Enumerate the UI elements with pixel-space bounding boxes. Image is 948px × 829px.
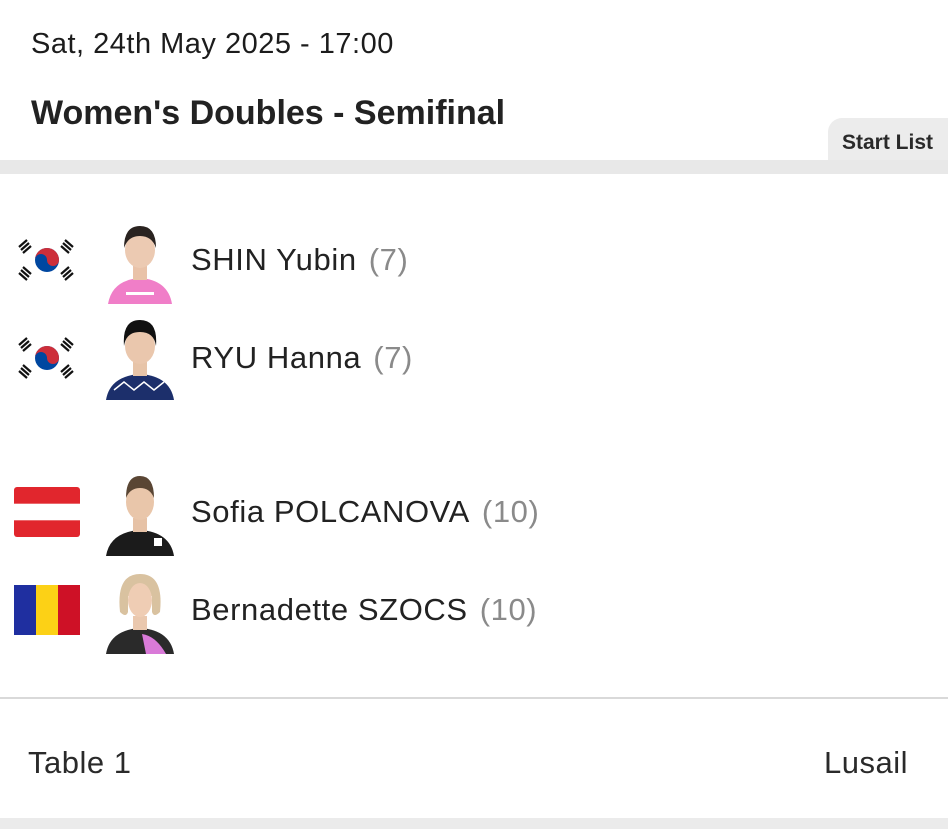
player-seed: (10) (479, 592, 538, 627)
player-avatar (106, 320, 174, 400)
player-row[interactable]: SHIN Yubin (7) (0, 212, 948, 310)
romania-flag-icon (14, 585, 80, 635)
player-name-text: Bernadette SZOCS (191, 592, 468, 627)
footer-divider (0, 697, 948, 699)
korea-flag-icon (14, 333, 80, 383)
player-seed: (7) (368, 242, 409, 277)
table-label: Table 1 (28, 745, 132, 780)
player-seed: (7) (373, 340, 413, 375)
venue-label: Lusail (824, 745, 908, 780)
match-datetime: Sat, 24th May 2025 - 17:00 (31, 28, 394, 60)
player-name: Sofia POLCANOVA (10) (191, 494, 539, 530)
player-name-text: SHIN Yubin (191, 242, 357, 277)
match-header: Sat, 24th May 2025 - 17:00 Women's Doubl… (0, 0, 948, 166)
korea-flag-icon (14, 235, 80, 285)
match-title: Women's Doubles - Semifinal (31, 94, 506, 132)
austria-flag-icon (14, 487, 80, 537)
player-name-text: RYU Hanna (191, 340, 362, 375)
player-name: RYU Hanna (7) (191, 340, 413, 376)
player-row[interactable]: Sofia POLCANOVA (10) (0, 464, 948, 562)
player-name: Bernadette SZOCS (10) (191, 592, 537, 628)
player-avatar (108, 226, 172, 304)
player-name-text: Sofia POLCANOVA (191, 494, 470, 529)
tab-start-list-label: Start List (842, 131, 934, 154)
header-divider-band (0, 160, 948, 174)
tab-start-list[interactable]: Start List (828, 118, 948, 166)
player-row[interactable]: Bernadette SZOCS (10) (0, 562, 948, 660)
player-avatar (106, 476, 174, 556)
player-name: SHIN Yubin (7) (191, 242, 408, 278)
player-seed: (10) (481, 494, 540, 529)
player-avatar (106, 574, 174, 654)
bottom-band (0, 818, 948, 829)
player-row[interactable]: RYU Hanna (7) (0, 310, 948, 408)
